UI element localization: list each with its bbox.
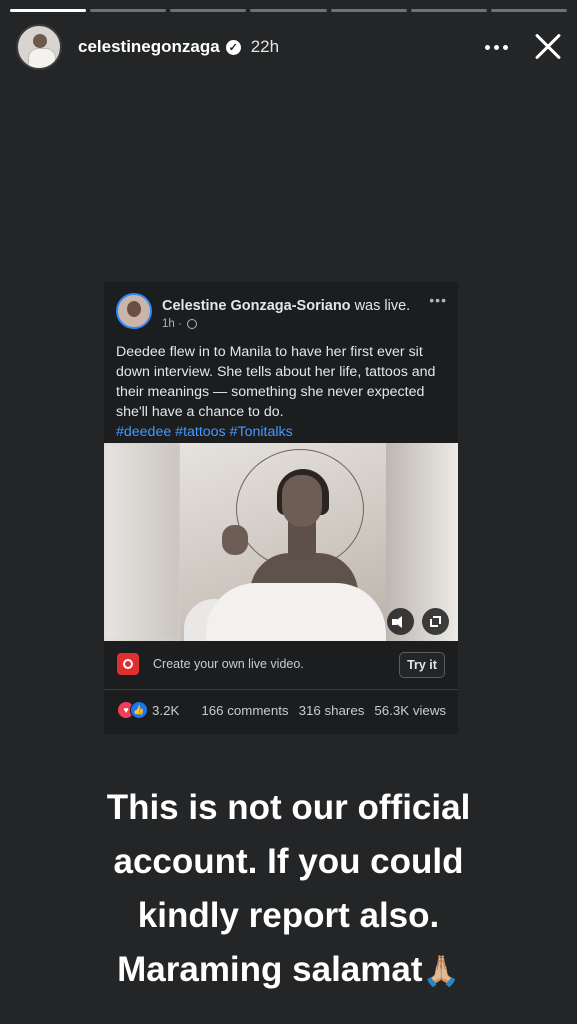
praying-hands-emoji: 🙏🏼 <box>422 955 460 988</box>
post-body: Deedee flew in to Manila to have her fir… <box>116 344 436 420</box>
post-action: was live. <box>350 298 411 314</box>
shares-count[interactable]: 316 shares <box>299 703 365 718</box>
post-author-line: Celestine Gonzaga-Soriano was live. <box>162 298 410 314</box>
globe-icon <box>186 319 197 329</box>
progress-segment <box>490 9 567 12</box>
post-meta: 1h · <box>162 318 197 330</box>
video-frame <box>180 443 386 641</box>
views-count: 56.3K views <box>374 702 447 718</box>
shared-post-card[interactable]: Celestine Gonzaga-Soriano was live. 1h ·… <box>104 282 458 734</box>
live-prompt: Create your own live video. <box>153 657 304 671</box>
progress-segment <box>170 9 247 12</box>
progress-segment <box>330 9 407 12</box>
mute-button[interactable] <box>387 608 414 635</box>
speaker-muted-icon <box>391 615 402 628</box>
comments-count[interactable]: 166 comments <box>201 703 288 718</box>
post-more-icon[interactable]: ••• <box>429 292 447 308</box>
verified-badge-icon: ✓ <box>225 39 241 55</box>
close-button[interactable] <box>533 32 563 62</box>
progress-segment <box>250 9 327 12</box>
username[interactable]: celestinegonzaga <box>78 37 220 57</box>
post-author-avatar[interactable] <box>116 293 152 329</box>
caption-line: account. If you could <box>113 842 464 881</box>
caption-line: kindly report also. <box>137 896 440 935</box>
expand-icon <box>430 616 441 627</box>
live-video-icon <box>117 653 139 675</box>
caption-line-last: Maraming salamat🙏🏼 <box>0 943 577 999</box>
story-time: 22h <box>250 37 280 56</box>
video-player[interactable] <box>104 443 458 641</box>
story-header: celestinegonzaga ✓ 22h <box>16 22 563 72</box>
try-it-button[interactable]: Try it <box>399 652 445 678</box>
story-caption: This is not our official account. If you… <box>0 781 577 999</box>
create-live-row: Create your own live video. Try it <box>104 641 458 690</box>
progress-segment <box>10 9 87 12</box>
post-hashtags[interactable]: #deedee #tattoos #Tonitalks <box>116 422 451 442</box>
post-author-name[interactable]: Celestine Gonzaga-Soriano <box>162 298 351 314</box>
progress-segment <box>410 9 487 12</box>
avatar[interactable] <box>16 24 62 70</box>
more-options-button[interactable] <box>481 32 511 62</box>
post-stats: ♥ 👍 3.2K 166 comments 316 shares 56.3K v… <box>104 690 458 730</box>
progress-segment <box>90 9 167 12</box>
reactions[interactable]: ♥ 👍 <box>117 701 148 719</box>
caption-line-text: Maraming salamat <box>117 950 423 989</box>
expand-button[interactable] <box>422 608 449 635</box>
like-icon: 👍 <box>130 701 148 719</box>
reactions-count[interactable]: 3.2K <box>152 703 179 718</box>
caption-line: This is not our official <box>106 788 471 827</box>
story-progress <box>10 9 567 12</box>
post-text: Deedee flew in to Manila to have her fir… <box>116 342 451 442</box>
post-time: 1h · <box>162 318 182 330</box>
